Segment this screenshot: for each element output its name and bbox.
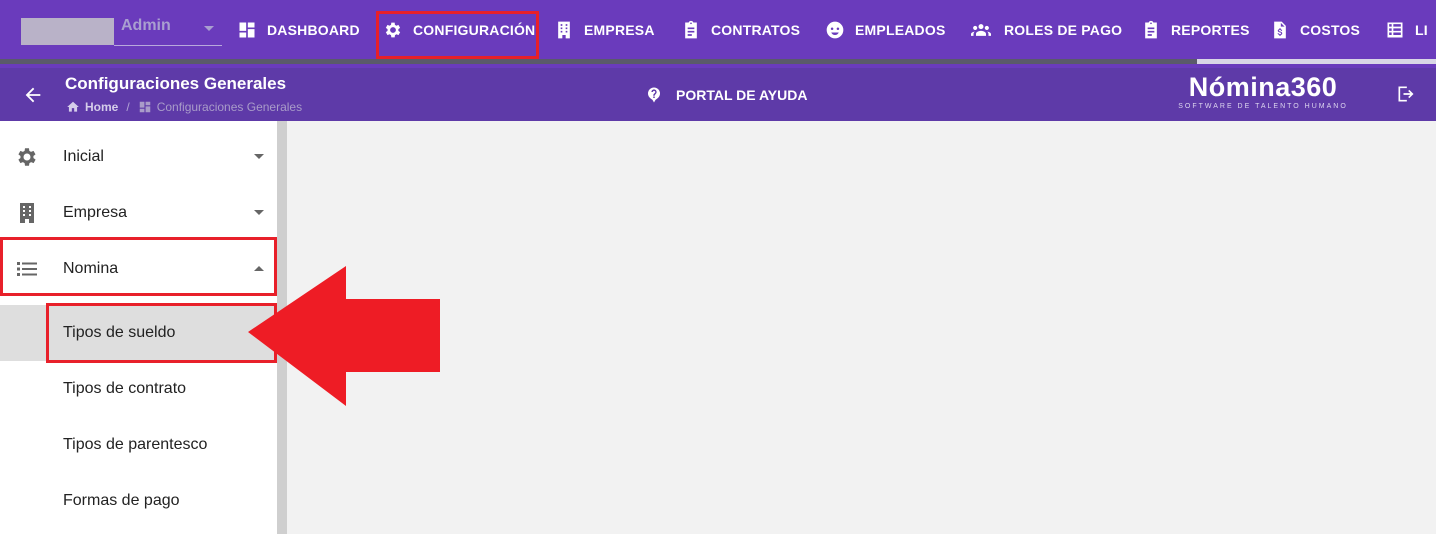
- group-icon: [971, 24, 991, 36]
- nav-contratos[interactable]: CONTRATOS: [681, 0, 800, 60]
- nav-label: REPORTES: [1171, 22, 1250, 38]
- arrow-left-icon: [25, 87, 41, 103]
- nav-costos[interactable]: COSTOS: [1270, 0, 1360, 60]
- nav-reportes[interactable]: REPORTES: [1141, 0, 1250, 60]
- caret-down-icon: [204, 26, 214, 31]
- clipboard-icon: [685, 20, 697, 39]
- home-icon: [67, 101, 79, 112]
- configuracion-highlight-box: [376, 11, 539, 59]
- building-icon: [558, 21, 570, 39]
- breadcrumb-home[interactable]: Home: [85, 100, 118, 114]
- gear-icon: [15, 145, 39, 169]
- nav-label: COSTOS: [1300, 22, 1361, 38]
- nav-progress-fill: [1197, 59, 1436, 64]
- sidebar-item-label: Empresa: [63, 204, 128, 221]
- user-name: Admin: [121, 17, 171, 34]
- sidebar-subitem-formas-de-pago[interactable]: Formas de pago: [0, 473, 277, 529]
- help-label: PORTAL DE AYUDA: [676, 87, 808, 103]
- user-avatar-placeholder: [21, 18, 114, 45]
- cost-file-icon: [1274, 21, 1286, 39]
- sidebar-item-empresa[interactable]: Empresa: [0, 185, 277, 241]
- help-portal-link[interactable]: PORTAL DE AYUDA: [645, 86, 807, 104]
- logout-button[interactable]: [1396, 84, 1416, 104]
- face-icon: [826, 21, 844, 39]
- nav-empresa[interactable]: EMPRESA: [554, 0, 655, 60]
- nav-label: EMPRESA: [584, 22, 655, 38]
- help-bubble-icon: [648, 87, 660, 103]
- sidebar-item-inicial[interactable]: Inicial: [0, 129, 277, 185]
- logout-icon: [1398, 86, 1414, 102]
- nav-empleados[interactable]: EMPLEADOS: [825, 0, 945, 60]
- main-content: [287, 121, 1436, 534]
- breadcrumb: Home / Configuraciones Generales: [66, 99, 302, 115]
- nav-label: ROLES DE PAGO: [1004, 22, 1123, 38]
- user-select[interactable]: Admin: [114, 14, 222, 46]
- chevron-down-icon: [254, 154, 264, 159]
- tipos-de-sueldo-highlight-box: [46, 303, 277, 363]
- dashboard-icon: [139, 101, 150, 113]
- sidebar-subitem-label: Formas de pago: [63, 492, 180, 509]
- nav-roles-de-pago[interactable]: ROLES DE PAGO: [968, 0, 1122, 60]
- nav-label: CONTRATOS: [711, 22, 801, 38]
- clipboard-icon: [1145, 20, 1157, 39]
- building-icon: [15, 201, 39, 225]
- list-icon: [1387, 22, 1403, 38]
- nav-li[interactable]: LI: [1385, 0, 1428, 60]
- logo-main-text: Nómina360: [1188, 72, 1338, 102]
- top-navbar: Admin DASHBOARD CONFIGURACIÓN EMPRESA CO…: [0, 0, 1436, 68]
- sidebar-subitem-label: Tipos de parentesco: [63, 436, 208, 453]
- chevron-down-icon: [254, 210, 264, 215]
- sidebar-item-label: Inicial: [63, 148, 104, 165]
- dashboard-icon: [239, 22, 255, 38]
- page-header: Configuraciones Generales Home / Configu…: [0, 68, 1436, 121]
- red-pointer-arrow: [248, 266, 440, 406]
- breadcrumb-current: Configuraciones Generales: [156, 100, 303, 114]
- nav-label: LI: [1415, 22, 1428, 38]
- nomina-highlight-box: [0, 237, 277, 296]
- sidebar-subitem-label: Tipos de contrato: [63, 380, 187, 397]
- sidebar-subitem-tipos-de-contrato[interactable]: Tipos de contrato: [0, 361, 277, 417]
- nav-dashboard[interactable]: DASHBOARD: [237, 0, 360, 60]
- brand-logo: Nómina360 SOFTWARE DE TALENTO HUMANO: [1172, 72, 1354, 116]
- nav-label: EMPLEADOS: [855, 22, 946, 38]
- breadcrumb-separator: /: [126, 100, 130, 114]
- back-button[interactable]: [22, 84, 44, 106]
- nav-label: DASHBOARD: [267, 22, 360, 38]
- logo-tagline: SOFTWARE DE TALENTO HUMANO: [1178, 103, 1348, 110]
- page-title: Configuraciones Generales: [65, 74, 287, 93]
- sidebar-subitem-tipos-de-parentesco[interactable]: Tipos de parentesco: [0, 417, 277, 473]
